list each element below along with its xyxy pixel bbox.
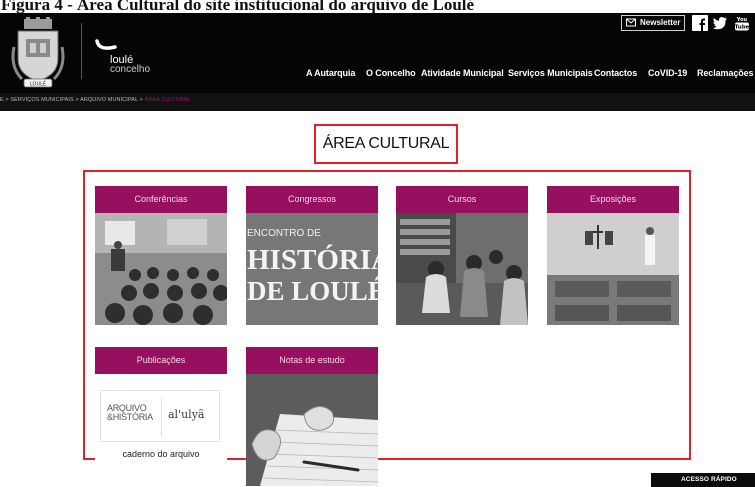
notebook-photo bbox=[246, 374, 378, 486]
arquivo-historia-logo: ARQUIVO &HISTÓRIA bbox=[107, 403, 153, 422]
crest-ribbon-text: LOULÉ bbox=[30, 80, 46, 88]
tile-exposicoes[interactable]: Exposições bbox=[547, 186, 679, 325]
tile-publicacoes[interactable]: Publicações ARQUIVO &HISTÓRIA al'ulyã ca… bbox=[95, 347, 227, 486]
nav-a-autarquia[interactable]: A Autarquia bbox=[306, 68, 355, 82]
loule-logo-icon[interactable] bbox=[95, 39, 117, 53]
nav-atividade-municipal[interactable]: Atividade Municipal bbox=[421, 68, 504, 82]
breadcrumb-home[interactable]: E bbox=[0, 97, 4, 103]
tile-cursos[interactable]: Cursos bbox=[396, 186, 528, 325]
facebook-icon[interactable] bbox=[692, 15, 708, 31]
tile-conferencias[interactable]: Conferências bbox=[95, 186, 227, 325]
tile-label: Exposições bbox=[547, 186, 679, 213]
envelope-icon bbox=[626, 18, 636, 27]
conference-photo bbox=[95, 213, 227, 325]
tile-label: Congressos bbox=[246, 186, 378, 213]
nav-contactos[interactable]: Contactos bbox=[594, 68, 637, 82]
municipal-crest-icon[interactable]: LOULÉ bbox=[10, 17, 66, 89]
publication-covers: ARQUIVO &HISTÓRIA al'ulyã bbox=[100, 390, 220, 442]
youtube-icon[interactable]: You Tube bbox=[734, 15, 750, 31]
tile-label: Conferências bbox=[95, 186, 227, 213]
poster-line-1: ENCONTRO DE bbox=[247, 228, 321, 239]
publication-caption: caderno do arquivo bbox=[122, 449, 200, 459]
svg-text:Tube: Tube bbox=[735, 25, 750, 31]
exhibition-photo bbox=[547, 213, 679, 325]
site-header: LOULÉ loulé concelho Newsletter You Tube … bbox=[0, 13, 755, 93]
al-ulya-logo: al'ulyã bbox=[168, 408, 205, 421]
tile-label: Cursos bbox=[396, 186, 528, 213]
newsletter-button[interactable]: Newsletter bbox=[621, 15, 686, 31]
page-title: ÁREA CULTURAL bbox=[314, 124, 458, 164]
header-divider bbox=[81, 23, 82, 79]
quick-access-button[interactable]: ACESSO RÁPIDO bbox=[651, 473, 755, 487]
nav-servicos-municipais[interactable]: Serviços Municipais bbox=[508, 68, 593, 82]
breadcrumb-current: ÁREA CULTURAL bbox=[144, 97, 191, 103]
publications-card: ARQUIVO &HISTÓRIA al'ulyã caderno do arq… bbox=[95, 374, 227, 486]
breadcrumb: E > SERVIÇOS MUNICIPAIS > ARQUIVO MUNICI… bbox=[0, 97, 191, 103]
breadcrumb-servicos-municipais[interactable]: SERVIÇOS MUNICIPAIS bbox=[10, 97, 73, 103]
newsletter-label: Newsletter bbox=[640, 18, 681, 27]
nav-o-concelho[interactable]: O Concelho bbox=[366, 68, 416, 82]
nav-reclamacoes[interactable]: Reclamações bbox=[697, 68, 754, 82]
course-photo bbox=[396, 213, 528, 325]
tile-congressos[interactable]: Congressos ENCONTRO DE HISTÓRIA DE LOULÉ bbox=[246, 186, 378, 325]
tile-label: Publicações bbox=[95, 347, 227, 374]
twitter-icon[interactable] bbox=[712, 15, 728, 31]
congress-poster: ENCONTRO DE HISTÓRIA DE LOULÉ bbox=[246, 213, 378, 325]
tile-notas-de-estudo[interactable]: Notas de estudo bbox=[246, 347, 378, 486]
logo-subtitle[interactable]: concelho bbox=[110, 65, 150, 75]
poster-line-2: HISTÓRIA bbox=[247, 243, 378, 276]
tile-label: Notas de estudo bbox=[246, 347, 378, 374]
breadcrumb-arquivo-municipal[interactable]: ARQUIVO MUNICIPAL bbox=[80, 97, 138, 103]
svg-text:You: You bbox=[736, 17, 748, 23]
poster-line-3: DE LOULÉ bbox=[247, 276, 378, 306]
breadcrumb-bar: E > SERVIÇOS MUNICIPAIS > ARQUIVO MUNICI… bbox=[0, 93, 755, 111]
card-divider bbox=[161, 397, 162, 437]
nav-covid-19[interactable]: CoVID-19 bbox=[648, 68, 687, 82]
